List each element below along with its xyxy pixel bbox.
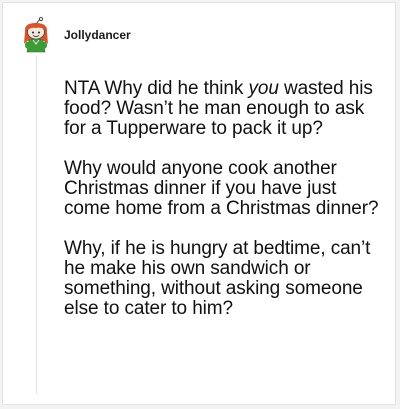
comment-card: Jollydancer NTA Why did he think you was… [2, 2, 396, 405]
emphasized-text: you [248, 78, 279, 99]
comment-text-segment: NTA Why did he think [64, 78, 249, 99]
comment-paragraph: Why, if he is hungry at bedtime, can’t h… [64, 238, 371, 319]
thread-collapse-line[interactable] [36, 55, 37, 394]
comment-paragraph: Why would anyone cook another Christmas … [64, 158, 379, 219]
user-avatar[interactable] [21, 16, 51, 53]
comment-body: NTA Why did he think you wasted his food… [64, 79, 384, 339]
snoo-avatar-icon [24, 16, 48, 53]
comment-author-username[interactable]: Jollydancer [64, 28, 131, 42]
comment-paragraph: NTA Why did he think you wasted his food… [64, 79, 384, 139]
